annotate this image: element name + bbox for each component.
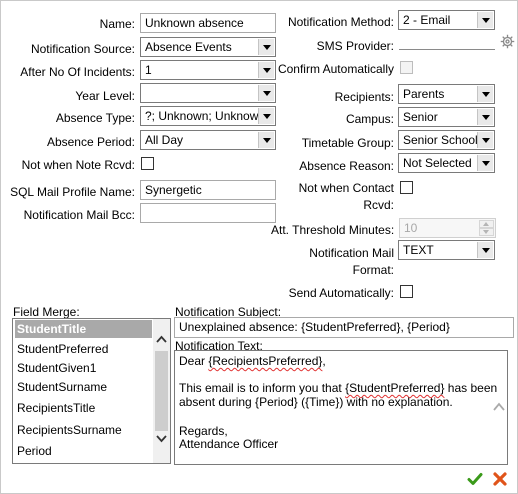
absence-type-select[interactable]: ?; Unknown; Unknown: [140, 106, 276, 126]
text-line-5: Attendance Officer: [179, 437, 279, 451]
sms-provider-label: SMS Provider:: [316, 39, 394, 53]
not-when-contact-label-2: Rcvd:: [363, 198, 394, 212]
recipients-select[interactable]: Parents: [398, 84, 495, 104]
absence-period-value: All Day: [145, 133, 184, 147]
notification-text-area[interactable]: Dear {RecipientsPreferred}, This email i…: [174, 350, 508, 465]
notification-method-value: 2 - Email: [403, 13, 451, 27]
list-item[interactable]: StudentPreferred: [15, 340, 108, 358]
sql-mail-profile-label: SQL Mail Profile Name:: [10, 185, 135, 199]
check-icon[interactable]: [467, 471, 483, 487]
list-item[interactable]: Period: [15, 442, 52, 460]
att-threshold-input[interactable]: 10: [399, 218, 496, 238]
chevron-up-icon[interactable]: [479, 220, 494, 228]
chevron-down-icon[interactable]: [477, 86, 493, 102]
mail-format-value: TEXT: [403, 243, 434, 257]
confirm-automatically-checkbox[interactable]: [400, 61, 413, 74]
notification-subject-input[interactable]: Unexplained absence: {StudentPreferred},…: [174, 317, 514, 338]
sms-provider-field[interactable]: [399, 49, 495, 50]
list-item[interactable]: StudentTitle: [15, 320, 152, 338]
campus-select[interactable]: Senior: [398, 107, 495, 127]
after-no-incidents-label: After No Of Incidents:: [20, 65, 135, 79]
list-item[interactable]: RecipientsTitle: [15, 399, 95, 417]
chevron-up-icon[interactable]: [156, 334, 167, 345]
text-line-3: absent during {Period} ({Time}) with no …: [179, 395, 453, 409]
chevron-down-icon[interactable]: [156, 433, 167, 444]
text-line-2a: This email is to inform you that: [179, 381, 346, 395]
year-level-select[interactable]: [140, 83, 276, 103]
chevron-down-icon[interactable]: [477, 109, 493, 125]
text-line-1a: Dear: [179, 354, 209, 368]
mail-format-select[interactable]: TEXT: [398, 240, 495, 260]
mail-format-label-1: Notification Mail: [309, 246, 394, 260]
att-threshold-value: 10: [404, 221, 418, 235]
after-no-incidents-select[interactable]: 1: [140, 60, 276, 80]
chevron-up-icon[interactable]: [493, 371, 505, 411]
recipients-label: Recipients:: [334, 90, 394, 104]
text-line-1c: ,: [322, 354, 326, 368]
timetable-group-value: Senior School: [403, 133, 478, 147]
campus-label: Campus:: [345, 112, 394, 126]
absence-type-label: Absence Type:: [55, 111, 135, 125]
text-line-2c: has been: [444, 381, 498, 395]
list-item[interactable]: StudentSurname: [15, 378, 107, 396]
send-automatically-checkbox[interactable]: [400, 285, 413, 298]
not-when-note-rcvd-checkbox[interactable]: [141, 157, 154, 170]
not-when-contact-label-1: Not when Contact: [298, 181, 394, 195]
stepper: [479, 220, 494, 236]
sql-mail-profile-input[interactable]: Synergetic: [140, 180, 276, 200]
timetable-group-select[interactable]: Senior School: [398, 130, 495, 150]
text-line-2b: {StudentPreferred}: [345, 381, 445, 395]
chevron-down-icon[interactable]: [479, 228, 494, 236]
chevron-down-icon[interactable]: [477, 132, 493, 148]
recipients-value: Parents: [403, 87, 445, 101]
list-item[interactable]: RecipientsSurname: [15, 421, 122, 439]
list-item[interactable]: StudentGiven1: [15, 359, 96, 377]
chevron-down-icon[interactable]: [493, 451, 505, 461]
confirm-automatically-label: Confirm Automatically: [277, 62, 394, 76]
name-label: Name:: [99, 17, 135, 31]
timetable-group-label: Timetable Group:: [301, 136, 394, 150]
absence-period-label: Absence Period:: [46, 135, 135, 149]
year-level-label: Year Level:: [75, 89, 135, 103]
name-input[interactable]: Unknown absence: [140, 13, 276, 33]
notification-source-value: Absence Events: [145, 40, 232, 54]
field-merge-list[interactable]: StudentTitle StudentPreferred StudentGiv…: [12, 318, 171, 464]
gear-icon[interactable]: [500, 34, 515, 49]
notification-method-select[interactable]: 2 - Email: [398, 10, 495, 30]
mail-format-label-2: Format:: [352, 263, 394, 277]
absence-type-value: ?; Unknown; Unknown: [145, 109, 266, 123]
notification-source-label: Notification Source:: [30, 42, 135, 56]
notification-source-select[interactable]: Absence Events: [140, 37, 276, 57]
absence-reason-value: Not Selected: [403, 156, 472, 170]
chevron-down-icon[interactable]: [477, 242, 493, 258]
absence-period-select[interactable]: All Day: [140, 130, 276, 150]
after-no-incidents-value: 1: [145, 63, 152, 77]
field-merge-label: Field Merge:: [13, 305, 80, 319]
notification-mail-bcc-label: Notification Mail Bcc:: [23, 208, 135, 222]
absence-reason-label: Absence Reason:: [299, 159, 394, 173]
chevron-down-icon[interactable]: [477, 12, 493, 28]
campus-value: Senior: [403, 110, 438, 124]
send-automatically-label: Send Automatically:: [288, 286, 394, 300]
text-line-1b: {RecipientsPreferred}: [208, 354, 323, 368]
not-when-note-rcvd-label: Not when Note Rcvd:: [21, 158, 135, 172]
absence-reason-select[interactable]: Not Selected: [398, 153, 495, 173]
att-threshold-label: Att. Threshold Minutes:: [271, 223, 395, 237]
notification-dialog: Name: Unknown absence Notification Sourc…: [0, 0, 518, 494]
field-merge-scrollbar[interactable]: [153, 319, 170, 463]
not-when-contact-rcvd-checkbox[interactable]: [400, 181, 413, 194]
close-icon[interactable]: [492, 471, 508, 487]
notification-method-label: Notification Method:: [287, 15, 394, 29]
scroll-thumb[interactable]: [155, 351, 168, 431]
notification-mail-bcc-input[interactable]: [140, 203, 276, 223]
chevron-down-icon[interactable]: [477, 155, 493, 171]
